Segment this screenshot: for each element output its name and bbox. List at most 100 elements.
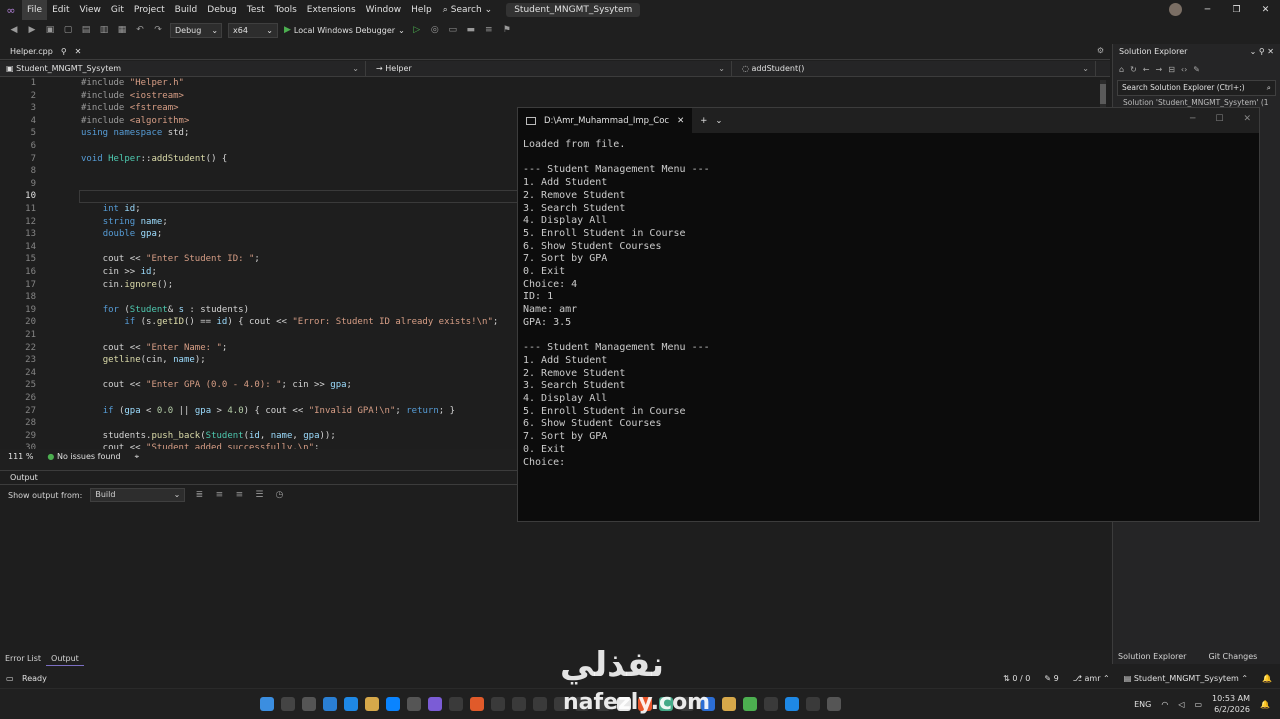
app-icon[interactable] (344, 697, 358, 711)
menu-extensions[interactable]: Extensions (302, 0, 361, 20)
new-item-icon[interactable]: ▢ (62, 25, 74, 35)
avatar[interactable] (1169, 3, 1182, 16)
code-line[interactable]: 1 #include "Helper.h" (0, 77, 1110, 90)
teams-icon[interactable] (428, 697, 442, 711)
redo-icon[interactable]: ↷ (152, 25, 164, 35)
start-without-debugging-icon[interactable]: ▷ (411, 25, 423, 35)
notion-icon[interactable] (407, 697, 421, 711)
changes-indicator[interactable]: ⇅ 0 / 0 (1003, 670, 1030, 688)
folder-icon[interactable] (722, 697, 736, 711)
clear-all-icon[interactable]: ≣ (193, 490, 205, 500)
language-indicator[interactable]: ENG (1134, 700, 1151, 709)
output-source-select[interactable]: Build ⌄ (90, 488, 186, 502)
app-icon[interactable] (512, 697, 526, 711)
close-icon[interactable]: ✕ (1251, 0, 1280, 20)
terminal-tab[interactable]: D:\Amr_Muhammad_Imp_Coc ✕ (518, 108, 693, 133)
terminal-output[interactable]: Loaded from file. --- Student Management… (518, 133, 1259, 475)
open-icon[interactable]: ▤ (80, 25, 92, 35)
minimize-icon[interactable]: ─ (1190, 114, 1195, 124)
timestamp-icon[interactable]: ◷ (273, 490, 285, 500)
word-wrap-icon[interactable]: ≡ (213, 490, 225, 500)
toggle-word-wrap-icon[interactable]: ☰ (253, 490, 265, 500)
project-title-badge[interactable]: Student_MNGMT_Sysytem (506, 3, 641, 17)
menu-tools[interactable]: Tools (270, 0, 302, 20)
bookmark-icon[interactable]: ⚑ (501, 25, 513, 35)
solution-node[interactable]: Solution 'Student_MNGMT_Sysytem' (1 (1113, 98, 1280, 107)
sync-icon[interactable]: ↻ (1130, 65, 1137, 74)
branch-indicator[interactable]: ⎇ amr ⌃ (1073, 670, 1110, 688)
notification-bell-icon[interactable]: 🔔 (1260, 700, 1270, 709)
new-project-icon[interactable]: ▣ (44, 25, 56, 35)
menu-help[interactable]: Help (406, 0, 437, 20)
menu-window[interactable]: Window (361, 0, 407, 20)
forward-icon[interactable]: ▶ (26, 25, 38, 35)
wifi-icon[interactable]: ◠ (1161, 700, 1168, 709)
find-message-icon[interactable]: ≡ (233, 490, 245, 500)
pin-icon[interactable]: ⚲ (61, 44, 67, 60)
volume-icon[interactable]: ◁ (1178, 700, 1184, 709)
tab-error-list[interactable]: Error List (0, 652, 46, 666)
configuration-select[interactable]: Debug ⌄ (170, 22, 222, 38)
properties-icon[interactable]: ✎ (1193, 65, 1200, 74)
menu-project[interactable]: Project (129, 0, 170, 20)
member-dropdown[interactable]: ◌ addStudent() ⌄ (736, 61, 1096, 77)
commits-indicator[interactable]: ✎ 9 (1044, 670, 1058, 688)
platform-select[interactable]: x64 ⌄ (228, 22, 278, 38)
code-icon[interactable]: ‹› (1181, 65, 1187, 74)
notifications-icon[interactable]: 🔔 (1262, 670, 1272, 688)
app-icon[interactable] (323, 697, 337, 711)
terminal-icon[interactable] (827, 697, 841, 711)
menu-test[interactable]: Test (242, 0, 270, 20)
battery-icon[interactable]: ▭ (1194, 700, 1202, 709)
clock[interactable]: 10:53 AM 6/2/2026 (1212, 693, 1250, 715)
comment-icon[interactable]: ≡ (483, 25, 495, 35)
code-line[interactable]: 2 #include <iostream> (0, 90, 1110, 103)
search-menu[interactable]: ⌕ Search ⌄ (437, 5, 499, 15)
minimize-icon[interactable]: ─ (1193, 0, 1222, 20)
app-icon[interactable] (764, 697, 778, 711)
collapse-icon[interactable]: ⊟ (1168, 65, 1175, 74)
tab-helper-cpp[interactable]: Helper.cpp ⚲ ✕ (4, 44, 87, 60)
app-icon[interactable] (491, 697, 505, 711)
task-view-icon[interactable] (302, 697, 316, 711)
issues-indicator[interactable]: ● No issues found (47, 452, 120, 461)
save-all-icon[interactable]: ▦ (116, 25, 128, 35)
menu-view[interactable]: View (75, 0, 106, 20)
folder-icon[interactable]: ▭ (447, 25, 459, 35)
back-icon[interactable]: ◀ (8, 25, 20, 35)
start-debugging-button[interactable]: ▶ Local Windows Debugger ⌄ (284, 25, 405, 35)
back-icon[interactable]: ← (1143, 65, 1150, 74)
chrome-icon[interactable] (743, 697, 757, 711)
chevron-down-icon[interactable]: ⌄ (715, 116, 722, 126)
zoom-level[interactable]: 111 % (8, 452, 33, 461)
new-tab-icon[interactable]: + (692, 116, 715, 126)
menu-build[interactable]: Build (170, 0, 203, 20)
menu-file[interactable]: File (22, 0, 48, 20)
output-status-icon[interactable]: ▭ (6, 670, 14, 688)
close-icon[interactable]: ✕ (75, 44, 82, 60)
repo-indicator[interactable]: ▤ Student_MNGMT_Sysytem ⌃ (1124, 670, 1248, 688)
search-icon[interactable] (281, 697, 295, 711)
window-layout-icon[interactable]: ▬ (465, 25, 477, 35)
app-icon[interactable] (533, 697, 547, 711)
save-icon[interactable]: ▥ (98, 25, 110, 35)
app-icon[interactable] (785, 697, 799, 711)
edge-icon[interactable] (386, 697, 400, 711)
tab-solution-explorer[interactable]: Solution Explorer (1113, 650, 1191, 664)
project-dropdown[interactable]: ▣ Student_MNGMT_Sysytem ⌄ (0, 61, 366, 77)
start-icon[interactable] (260, 697, 274, 711)
tab-output[interactable]: Output (46, 652, 84, 666)
restore-icon[interactable]: ❐ (1222, 0, 1251, 20)
scrollbar-thumb[interactable] (1100, 84, 1106, 104)
close-icon[interactable]: ✕ (1243, 114, 1251, 124)
forward-icon[interactable]: → (1155, 65, 1162, 74)
app-icon[interactable] (449, 697, 463, 711)
settings-gear-icon[interactable]: ⚙ (1097, 46, 1104, 55)
attach-icon[interactable]: ◎ (429, 25, 441, 35)
app-icon[interactable] (806, 697, 820, 711)
maximize-icon[interactable]: ☐ (1215, 114, 1223, 124)
menu-edit[interactable]: Edit (47, 0, 74, 20)
brave-icon[interactable] (470, 697, 484, 711)
pin-icon[interactable]: ⌄ ⚲ ✕ (1250, 44, 1274, 60)
menu-debug[interactable]: Debug (202, 0, 242, 20)
